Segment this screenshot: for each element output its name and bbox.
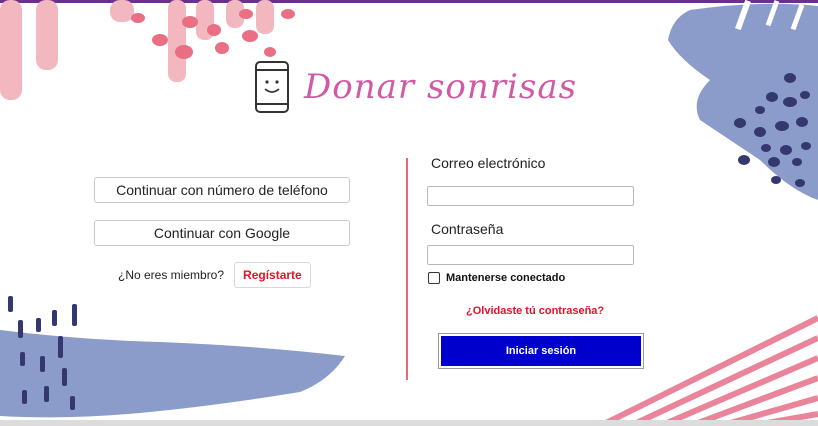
password-label: Contraseña	[431, 221, 504, 237]
email-label: Correo electrónico	[431, 155, 546, 171]
keep-logged-in-checkbox[interactable]	[428, 272, 440, 284]
brand-title: Donar sonrisas	[304, 67, 578, 107]
password-field[interactable]	[427, 245, 634, 265]
vertical-divider	[406, 158, 408, 380]
login-button[interactable]: Iniciar sesión	[438, 333, 644, 369]
keep-logged-in-row[interactable]: Mantenerse conectado	[428, 272, 565, 284]
register-row: ¿No eres miembro? Regístarte	[118, 262, 311, 288]
register-button[interactable]: Regístarte	[234, 262, 311, 288]
phone-login-button[interactable]: Continuar con número de teléfono	[94, 177, 350, 203]
google-login-button[interactable]: Continuar con Google	[94, 220, 350, 246]
keep-logged-in-label: Mantenerse conectado	[446, 272, 566, 284]
member-prompt: ¿No eres miembro?	[118, 268, 225, 282]
email-field[interactable]	[427, 186, 634, 206]
brand-logo: Donar sonrisas	[254, 60, 577, 114]
forgot-password-link[interactable]: ¿Olvidaste tú contraseña?	[466, 305, 604, 317]
smiling-phone-icon	[255, 61, 289, 113]
